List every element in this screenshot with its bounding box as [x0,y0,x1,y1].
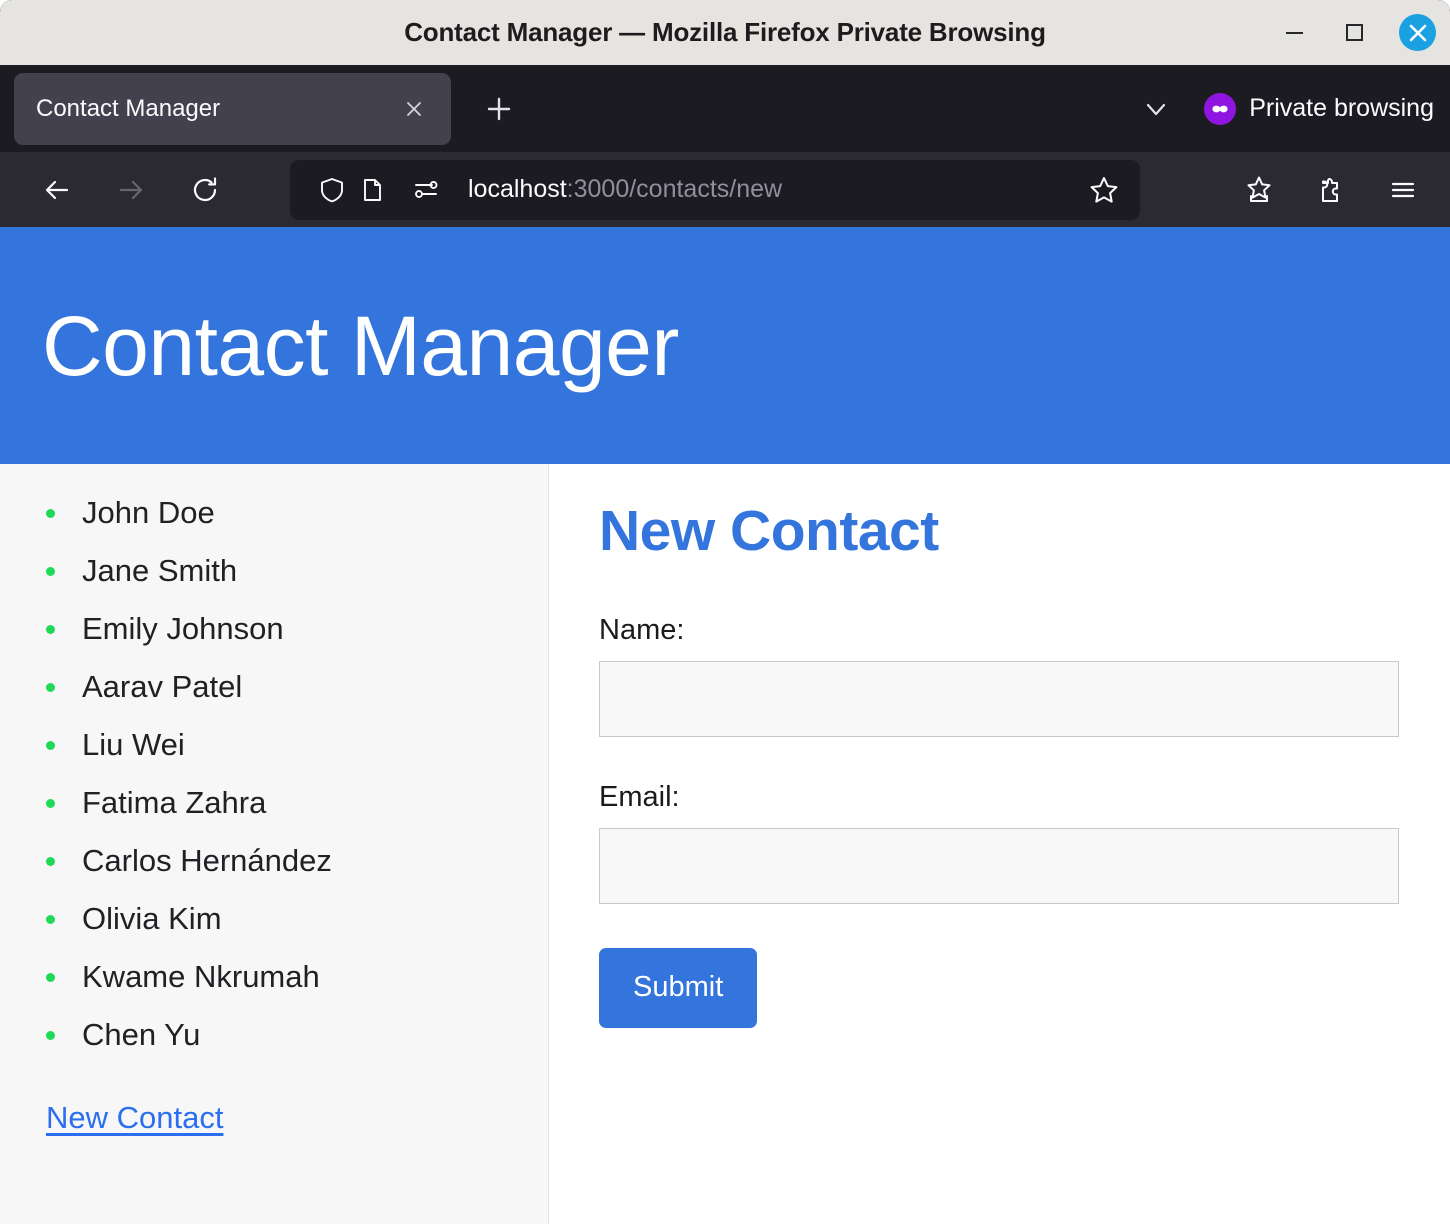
tab-close-button[interactable] [397,92,431,126]
star-tray-icon [1247,176,1271,202]
star-icon [1090,176,1118,203]
page-title: Contact Manager [42,298,679,393]
name-field-group: Name: [599,614,1400,737]
private-browsing-mask-icon [1204,92,1237,125]
contact-name: Chen Yu [82,1017,201,1052]
url-bar[interactable]: localhost:3000/contacts/new [290,159,1140,220]
contact-name: Liu Wei [82,727,185,762]
page-body: John Doe Jane Smith Emily Johnson Aarav … [0,464,1450,1224]
tab-strip: Contact Manager Private browsing [0,65,1450,152]
shield-icon[interactable] [312,170,352,210]
new-contact-form: Name: Email: Submit [599,614,1400,1028]
maximize-button[interactable] [1339,18,1369,48]
app-menu-button[interactable] [1378,165,1428,215]
puzzle-piece-icon [1322,177,1338,202]
reload-icon [193,176,217,201]
submit-button[interactable]: Submit [599,947,758,1028]
shield-icon [321,177,343,202]
hamburger-menu-icon [1391,182,1415,197]
new-contact-link[interactable]: New Contact [46,1100,223,1136]
list-item[interactable]: John Doe [0,484,548,542]
document-icon [364,178,381,201]
bullet-icon [46,624,55,634]
list-item[interactable]: Aarav Patel [0,658,548,716]
form-heading: New Contact [599,499,939,563]
url-host: localhost [468,175,567,203]
url-text[interactable]: localhost:3000/contacts/new [468,175,1080,204]
bookmark-star-button[interactable] [1080,166,1128,214]
chevron-down-icon [1147,103,1166,115]
close-button[interactable] [1399,14,1436,51]
list-item[interactable]: Carlos Hernández [0,832,548,890]
tab-title: Contact Manager [36,94,221,122]
url-path: :3000/contacts/new [566,175,783,203]
sidebar-footer: New Contact [0,1064,548,1136]
email-input[interactable] [599,827,1399,904]
bookmarks-button[interactable] [1234,165,1284,215]
name-label: Name: [599,613,685,646]
contact-name: Fatima Zahra [82,785,267,820]
arrow-left-icon [45,180,69,199]
list-item[interactable]: Emily Johnson [0,600,548,658]
window-title: Contact Manager — Mozilla Firefox Privat… [404,17,1046,47]
minimize-button[interactable] [1279,18,1309,48]
plus-icon [487,97,511,120]
close-icon [407,101,421,116]
forward-button[interactable] [104,163,158,217]
arrow-right-icon [119,180,143,199]
list-item[interactable]: Chen Yu [0,1006,548,1064]
toolbar-right-controls [1234,165,1428,215]
bullet-icon [46,798,55,808]
contact-name: Kwame Nkrumah [82,959,320,994]
list-all-tabs-button[interactable] [1136,89,1176,129]
page-banner: Contact Manager [0,227,1450,464]
page-document-icon[interactable] [352,170,392,210]
contact-list: John Doe Jane Smith Emily Johnson Aarav … [0,484,548,1064]
window-controls [1279,0,1436,65]
tab-contact-manager[interactable]: Contact Manager [14,72,451,145]
list-item[interactable]: Jane Smith [0,542,548,600]
list-item[interactable]: Olivia Kim [0,890,548,948]
extensions-button[interactable] [1306,165,1356,215]
new-tab-button[interactable] [475,85,523,133]
bullet-icon [46,740,55,750]
contact-name: Jane Smith [82,553,238,588]
bullet-icon [46,566,55,576]
maximize-icon [1345,24,1363,41]
bullet-icon [46,972,55,982]
main-content: New Contact Name: Email: Submit [549,464,1450,1224]
site-permissions-icon[interactable] [406,170,446,210]
mask-icon [1212,105,1228,112]
private-browsing-indicator: Private browsing [1204,92,1434,125]
bullet-icon [46,1030,55,1040]
minimize-icon [1285,31,1303,34]
back-button[interactable] [30,163,84,217]
list-item[interactable]: Liu Wei [0,716,548,774]
bullet-icon [46,682,55,692]
navigation-toolbar: localhost:3000/contacts/new [0,152,1450,227]
name-input[interactable] [599,660,1399,737]
bullet-icon [46,914,55,924]
sliders-icon [415,180,438,198]
email-field-group: Email: [599,781,1400,904]
tabstrip-right-controls: Private browsing [1136,89,1434,129]
bullet-icon [46,856,55,866]
contact-name: Olivia Kim [82,901,222,936]
contact-name: Emily Johnson [82,611,284,646]
titlebar: Contact Manager — Mozilla Firefox Privat… [0,0,1450,65]
bullet-icon [46,508,55,518]
contact-name: John Doe [82,495,215,530]
contacts-sidebar: John Doe Jane Smith Emily Johnson Aarav … [0,464,549,1224]
list-item[interactable]: Fatima Zahra [0,774,548,832]
contact-name: Aarav Patel [82,669,243,704]
page-viewport: Contact Manager John Doe Jane Smith Emil… [0,227,1450,1224]
browser-window: Contact Manager — Mozilla Firefox Privat… [0,0,1450,1224]
reload-button[interactable] [178,163,232,217]
email-label: Email: [599,780,680,813]
list-item[interactable]: Kwame Nkrumah [0,948,548,1006]
contact-name: Carlos Hernández [82,843,332,878]
private-browsing-label: Private browsing [1249,94,1434,122]
close-icon [1409,24,1426,41]
